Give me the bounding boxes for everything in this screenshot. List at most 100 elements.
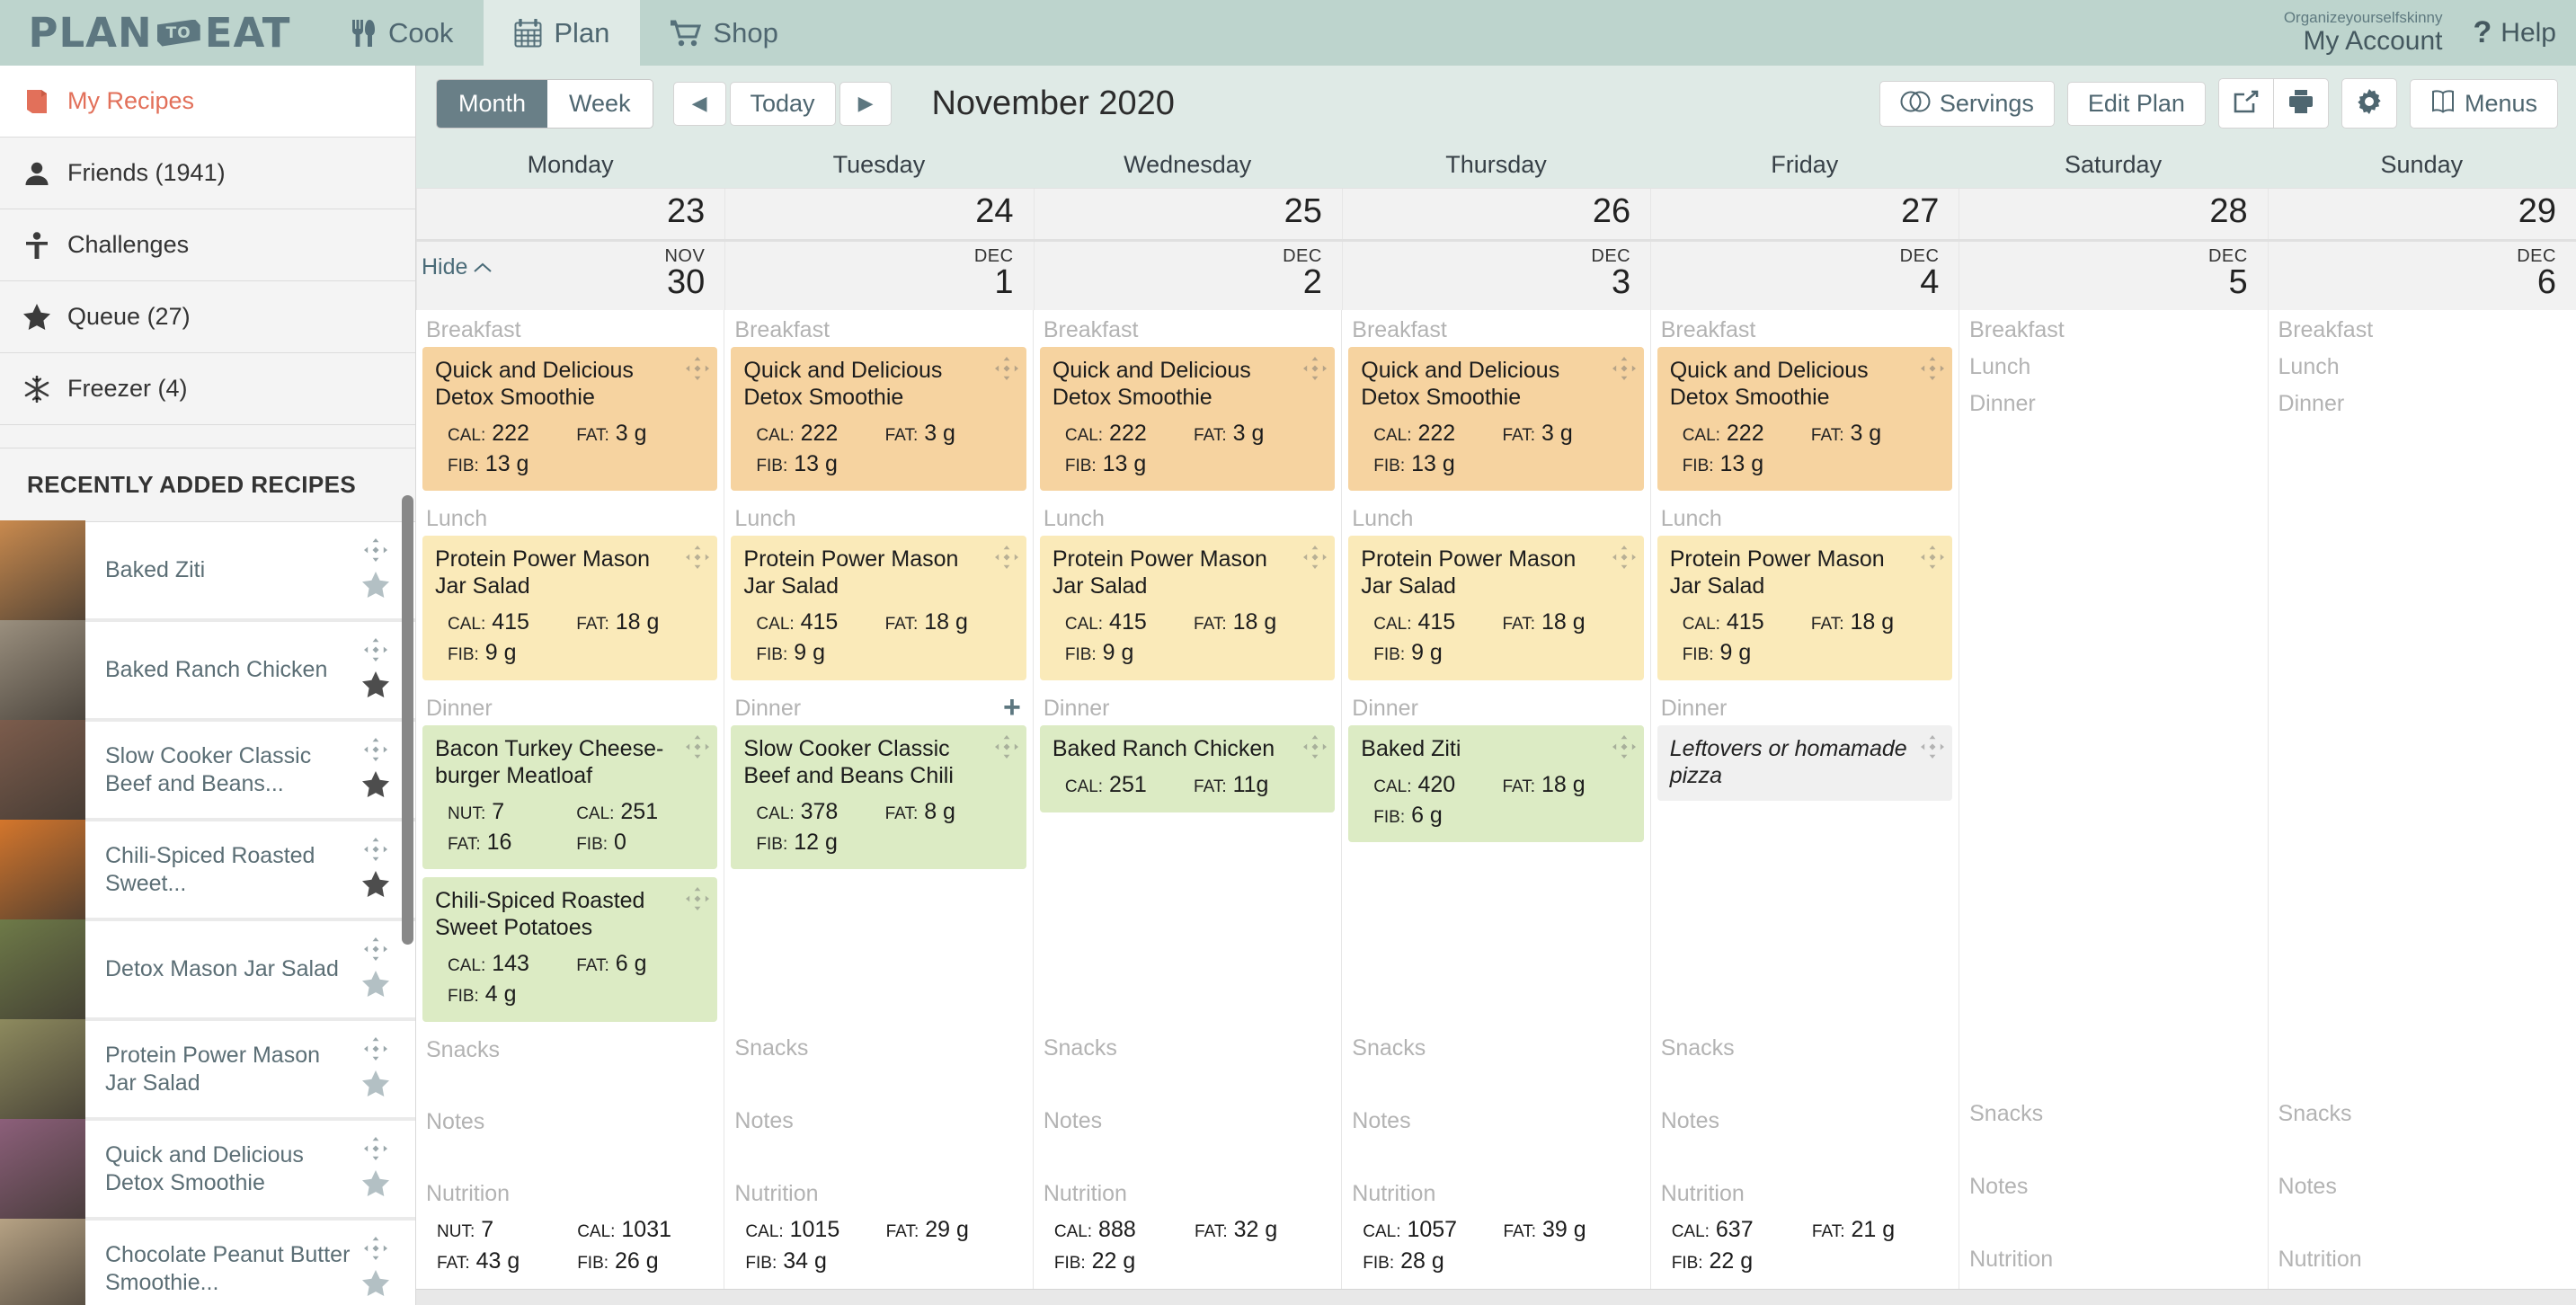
drag-move-icon[interactable] <box>364 1237 387 1265</box>
week-day-cell[interactable]: DEC 2 <box>1034 242 1342 310</box>
notes-section[interactable]: Notes <box>2275 1167 2570 1203</box>
meal-card[interactable]: Protein Power Mason Jar Salad CAL: 415 F… <box>422 536 717 680</box>
star-icon[interactable] <box>362 871 389 901</box>
meal-section-breakfast[interactable]: Breakfast Quick and Delicious Detox Smoo… <box>422 310 717 500</box>
meal-card[interactable]: Leftovers or homamade pizza <box>1657 725 1952 801</box>
drag-move-icon[interactable] <box>364 638 387 666</box>
prev-week-day-cell[interactable]: 24 <box>724 189 1033 239</box>
meal-section-breakfast[interactable]: Breakfast Quick and Delicious Detox Smoo… <box>1657 310 1952 500</box>
drag-move-icon[interactable] <box>1612 357 1636 380</box>
drag-move-icon[interactable] <box>1612 546 1636 569</box>
meal-section-snacks[interactable]: Snacks <box>2275 1094 2570 1131</box>
drag-move-icon[interactable] <box>995 546 1018 569</box>
meal-section-dinner[interactable]: Dinner <box>2275 384 2570 421</box>
meal-section-dinner[interactable]: Dinner Bacon Turkey Cheese-burger Meatlo… <box>422 688 717 1030</box>
drag-move-icon[interactable] <box>995 735 1018 759</box>
drag-move-icon[interactable] <box>364 538 387 566</box>
drag-move-icon[interactable] <box>364 1137 387 1165</box>
meal-card[interactable]: Quick and Delicious Detox Smoothie CAL: … <box>1040 347 1335 492</box>
meal-section-dinner[interactable]: Dinner Leftovers or homamade pizza <box>1657 688 1952 809</box>
prev-week-day-cell[interactable]: 27 <box>1650 189 1959 239</box>
drag-move-icon[interactable] <box>364 937 387 965</box>
week-day-cell[interactable]: DEC 1 <box>724 242 1033 310</box>
meal-section-snacks[interactable]: Snacks <box>1657 1028 1952 1065</box>
sidebar-item-queue[interactable]: Queue (27) <box>0 281 415 353</box>
share-button[interactable] <box>2218 78 2274 129</box>
drag-move-icon[interactable] <box>1612 735 1636 759</box>
drag-move-icon[interactable] <box>1303 546 1327 569</box>
help-link[interactable]: ? Help <box>2474 15 2556 50</box>
notes-section[interactable]: Notes <box>1348 1101 1643 1138</box>
meal-section-lunch[interactable]: Lunch <box>1966 347 2261 384</box>
star-icon[interactable] <box>362 1270 389 1301</box>
view-week-button[interactable]: Week <box>547 80 653 128</box>
list-item[interactable]: Chili-Spiced Roasted Sweet... <box>0 821 415 921</box>
nav-tab-shop[interactable]: Shop <box>640 0 808 66</box>
notes-section[interactable]: Notes <box>731 1101 1026 1138</box>
meal-section-dinner[interactable]: Dinner Baked Ziti CAL: 420 FAT: 18 g FIB… <box>1348 688 1643 851</box>
meal-card[interactable]: Protein Power Mason Jar Salad CAL: 415 F… <box>1040 536 1335 680</box>
drag-move-icon[interactable] <box>686 357 709 380</box>
meal-card[interactable]: Bacon Turkey Cheese-burger Meatloaf NUT:… <box>422 725 717 870</box>
meal-section-snacks[interactable]: Snacks <box>1040 1028 1335 1065</box>
drag-move-icon[interactable] <box>1921 735 1944 759</box>
list-item[interactable]: Baked Ziti <box>0 522 415 622</box>
drag-move-icon[interactable] <box>364 1037 387 1065</box>
meal-section-breakfast[interactable]: Breakfast Quick and Delicious Detox Smoo… <box>1348 310 1643 500</box>
meal-section-lunch[interactable]: Lunch Protein Power Mason Jar Salad CAL:… <box>422 499 717 688</box>
list-item[interactable]: Detox Mason Jar Salad <box>0 921 415 1021</box>
star-icon[interactable] <box>362 771 389 802</box>
star-icon[interactable] <box>362 671 389 702</box>
meal-card[interactable]: Quick and Delicious Detox Smoothie CAL: … <box>1348 347 1643 492</box>
meal-section-dinner[interactable]: Dinner + Slow Cooker Classic Beef and Be… <box>731 688 1026 878</box>
meal-card[interactable]: Protein Power Mason Jar Salad CAL: 415 F… <box>1657 536 1952 680</box>
sidebar-scrollbar[interactable] <box>402 495 413 945</box>
meal-section-lunch[interactable]: Lunch Protein Power Mason Jar Salad CAL:… <box>1348 499 1643 688</box>
star-icon[interactable] <box>362 572 389 602</box>
meal-card[interactable]: Quick and Delicious Detox Smoothie CAL: … <box>422 347 717 492</box>
view-month-button[interactable]: Month <box>437 80 547 128</box>
meal-section-lunch[interactable]: Lunch Protein Power Mason Jar Salad CAL:… <box>1657 499 1952 688</box>
star-icon[interactable] <box>362 1070 389 1101</box>
notes-section[interactable]: Notes <box>1040 1101 1335 1138</box>
star-icon[interactable] <box>362 971 389 1001</box>
edit-plan-button[interactable]: Edit Plan <box>2067 82 2206 126</box>
meal-section-breakfast[interactable]: Breakfast Quick and Delicious Detox Smoo… <box>1040 310 1335 500</box>
prev-week-day-cell[interactable]: 29 <box>2268 189 2576 239</box>
drag-move-icon[interactable] <box>1921 546 1944 569</box>
meal-section-snacks[interactable]: Snacks <box>1348 1028 1643 1065</box>
meal-card[interactable]: Chili-Spiced Roasted Sweet Potatoes CAL:… <box>422 877 717 1022</box>
app-logo[interactable]: PLAN TO EAT <box>0 0 319 66</box>
list-item[interactable]: Quick and Delicious Detox Smoothie <box>0 1121 415 1221</box>
prev-period-button[interactable]: ◀ <box>673 82 726 126</box>
star-icon[interactable] <box>362 1170 389 1201</box>
meal-card[interactable]: Slow Cooker Classic Beef and Beans Chili… <box>731 725 1026 870</box>
nav-tab-cook[interactable]: Cook <box>319 0 484 66</box>
meal-section-lunch[interactable]: Lunch Protein Power Mason Jar Salad CAL:… <box>731 499 1026 688</box>
meal-section-snacks[interactable]: Snacks <box>731 1028 1026 1065</box>
hide-link[interactable]: Hide <box>422 254 493 280</box>
add-meal-icon[interactable]: + <box>1003 692 1021 723</box>
meal-section-lunch[interactable]: Lunch Protein Power Mason Jar Salad CAL:… <box>1040 499 1335 688</box>
servings-button[interactable]: Servings <box>1879 81 2055 127</box>
drag-move-icon[interactable] <box>686 887 709 910</box>
list-item[interactable]: Slow Cooker Classic Beef and Beans... <box>0 722 415 821</box>
sidebar-item-freezer[interactable]: Freezer (4) <box>0 353 415 425</box>
meal-section-snacks[interactable]: Snacks <box>1966 1094 2261 1131</box>
settings-button[interactable] <box>2341 78 2397 129</box>
drag-move-icon[interactable] <box>1303 357 1327 380</box>
notes-section[interactable]: Notes <box>1657 1101 1952 1138</box>
meal-section-breakfast[interactable]: Breakfast Quick and Delicious Detox Smoo… <box>731 310 1026 500</box>
prev-week-day-cell[interactable]: 28 <box>1959 189 2267 239</box>
week-day-cell[interactable]: DEC 3 <box>1342 242 1650 310</box>
sidebar-item-challenges[interactable]: Challenges <box>0 209 415 281</box>
list-item[interactable]: Protein Power Mason Jar Salad <box>0 1021 415 1121</box>
meal-card[interactable]: Quick and Delicious Detox Smoothie CAL: … <box>1657 347 1952 492</box>
meal-section-dinner[interactable]: Dinner <box>1966 384 2261 421</box>
week-day-cell[interactable]: DEC 5 <box>1959 242 2267 310</box>
prev-week-day-cell[interactable]: 26 <box>1342 189 1650 239</box>
drag-move-icon[interactable] <box>995 357 1018 380</box>
sidebar-item-friends[interactable]: Friends (1941) <box>0 138 415 209</box>
drag-move-icon[interactable] <box>686 546 709 569</box>
menus-button[interactable]: Menus <box>2410 79 2558 129</box>
